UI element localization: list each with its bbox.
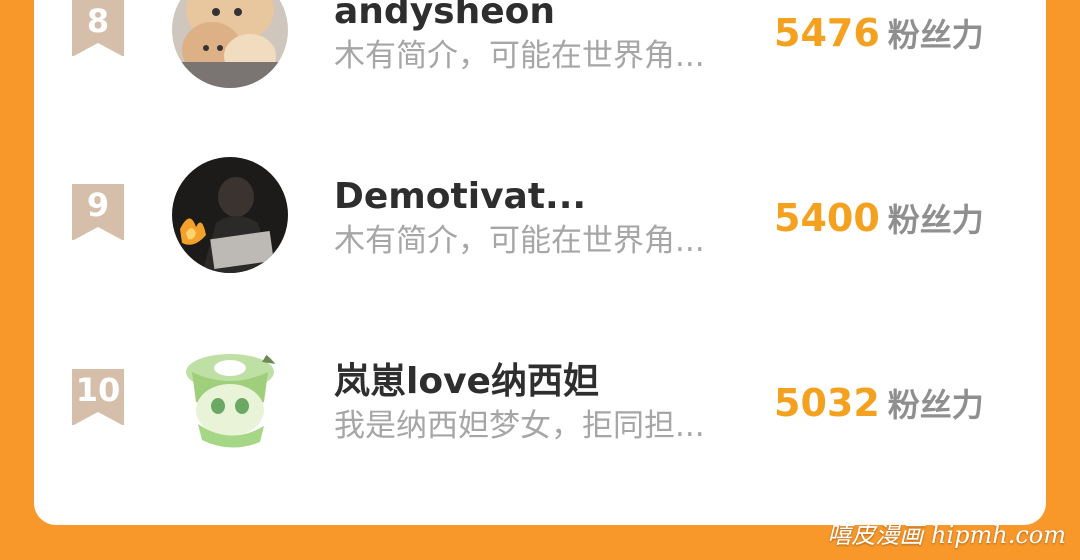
avatar[interactable]	[172, 157, 288, 273]
fan-power-score: 5032	[774, 381, 880, 425]
leaderboard-card: 8 andysheon 木有简介，可能在世界角... 5476 粉丝力 9 De…	[34, 0, 1046, 525]
avatar[interactable]	[172, 342, 288, 458]
anime-character-avatar	[172, 342, 288, 458]
user-name[interactable]: 岚崽love纳西妲	[334, 360, 754, 404]
user-name[interactable]: Demotivat...	[334, 175, 754, 219]
fan-power-unit: 粉丝力	[887, 386, 984, 424]
fan-power: 5400 粉丝力	[774, 195, 1034, 249]
user-name[interactable]: andysheon	[334, 0, 754, 34]
user-bio: 我是纳西妲梦女，拒同担...	[334, 408, 705, 444]
fan-power-unit: 粉丝力	[887, 201, 984, 239]
list-item[interactable]: 9 Demotivat... 木有简介，可能在世界角... 5400 粉丝力	[34, 145, 1046, 285]
fan-power: 5032 粉丝力	[774, 380, 1034, 434]
user-bio: 木有简介，可能在世界角...	[334, 38, 705, 74]
fan-power-unit: 粉丝力	[887, 16, 984, 54]
page: 8 andysheon 木有简介，可能在世界角... 5476 粉丝力 9 De…	[0, 0, 1080, 560]
cat-photo-avatar	[172, 0, 288, 88]
avatar[interactable]	[172, 0, 288, 88]
watermark: 嘻皮漫画 hipmh.com	[827, 521, 1066, 549]
user-bio: 木有简介，可能在世界角...	[334, 223, 705, 259]
rank-badge: 10	[72, 369, 124, 425]
list-item[interactable]: 8 andysheon 木有简介，可能在世界角... 5476 粉丝力	[34, 0, 1046, 100]
rank-badge: 9	[72, 184, 124, 240]
person-fire-avatar	[172, 157, 288, 273]
rank-number: 8	[86, 2, 110, 40]
rank-number: 10	[75, 371, 121, 409]
fan-power-score: 5400	[774, 196, 880, 240]
rank-badge: 8	[72, 0, 124, 56]
fan-power-score: 5476	[774, 11, 880, 55]
rank-number: 9	[86, 186, 110, 224]
list-item[interactable]: 10 岚崽love纳西妲 我是纳西妲梦女，拒同担... 5032 粉丝力	[34, 330, 1046, 470]
fan-power: 5476 粉丝力	[774, 10, 1034, 64]
